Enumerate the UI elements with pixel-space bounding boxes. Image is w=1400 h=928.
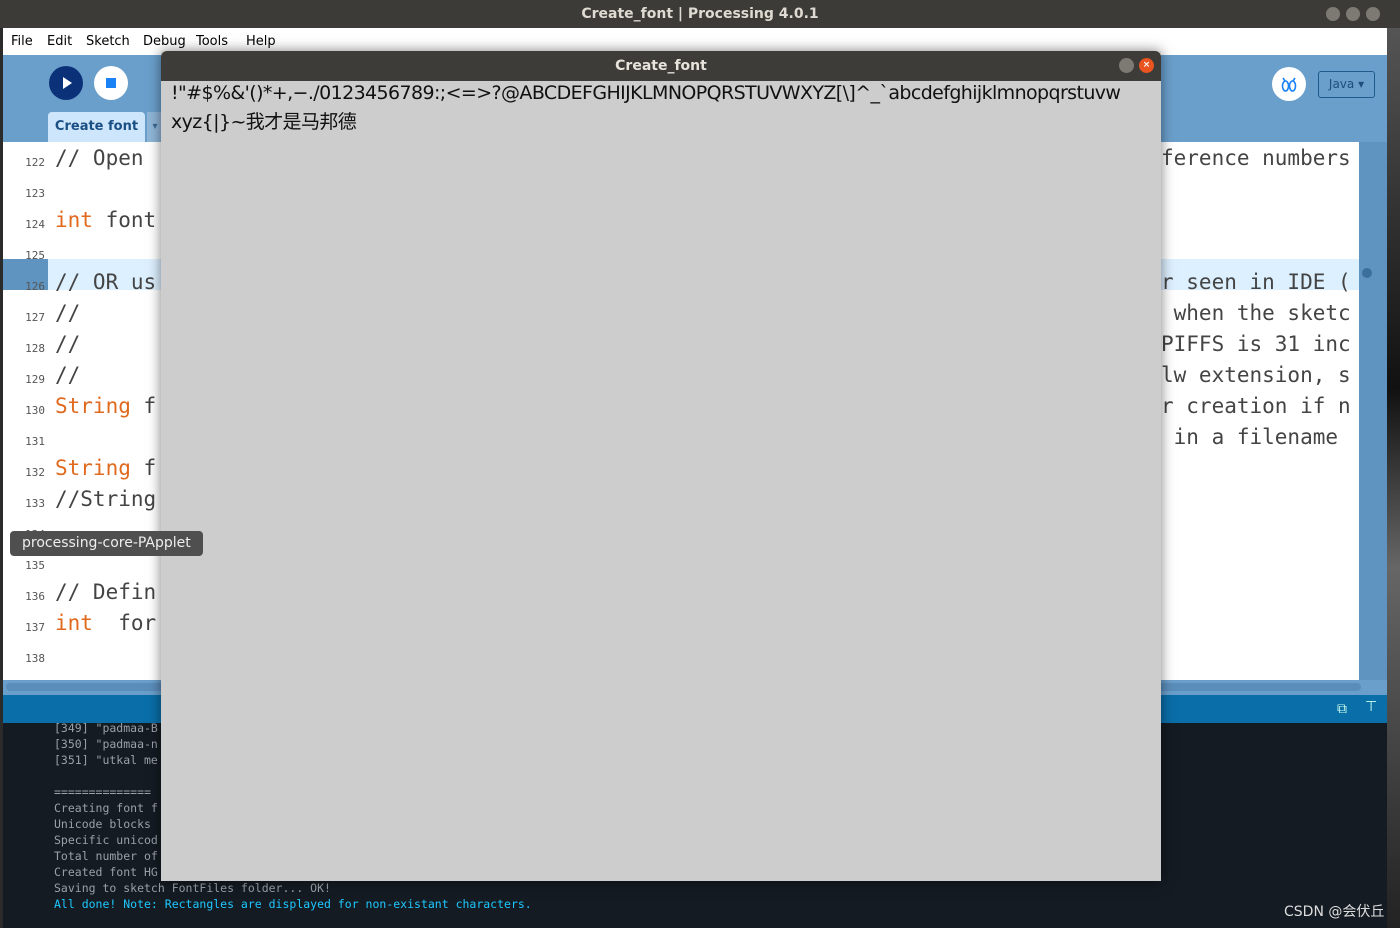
console-line: Created font HG <box>54 865 158 879</box>
code-line: //String <box>55 487 156 511</box>
code-text: //String <box>55 487 157 511</box>
keyword: String <box>55 394 131 418</box>
line-number: 122 <box>25 156 45 169</box>
dialog-close-button[interactable]: × <box>1139 58 1154 73</box>
tooltip: processing-core-PApplet <box>10 531 203 556</box>
maximize-button[interactable] <box>1346 7 1360 21</box>
console-line: All done! Note: Rectangles are displayed… <box>54 897 532 911</box>
font-sample-line: xyz{|}~我才是马邦德 <box>171 111 357 133</box>
keyword: int <box>55 611 93 635</box>
line-number: 135 <box>25 559 45 572</box>
vertical-scrollbar[interactable] <box>1359 142 1387 680</box>
line-number: 131 <box>25 435 45 448</box>
line-number: 128 <box>25 342 45 355</box>
watermark: CSDN @会伏丘 <box>1284 904 1385 920</box>
mode-selector[interactable]: Java ▾ <box>1318 71 1375 98</box>
run-icon <box>63 77 72 89</box>
debugger-icon <box>1281 77 1297 92</box>
menu-debug[interactable]: Debug <box>143 34 186 49</box>
menu-file[interactable]: File <box>11 34 33 49</box>
console-line: [349] "padmaa-B <box>54 721 158 735</box>
debugger-button[interactable] <box>1272 67 1306 101</box>
dialog-minimize-button[interactable] <box>1119 58 1134 73</box>
code-text: // <box>55 301 81 325</box>
console-line: Total number of <box>54 849 158 863</box>
stop-icon <box>106 78 116 88</box>
code-text: // Open <box>55 146 144 170</box>
window-titlebar: Create_font | Processing 4.0.1 <box>0 0 1400 28</box>
desktop-background <box>1387 28 1400 928</box>
font-sample-line: !"#$%&'()*+,−./0123456789:;<=>?@ABCDEFGH… <box>171 82 1121 104</box>
code-line: String f <box>55 456 156 480</box>
line-number: 132 <box>25 466 45 479</box>
console-line: ============== <box>54 785 151 799</box>
keyword: int <box>55 208 93 232</box>
code-text: f <box>130 394 157 418</box>
code-line-right: r creation if n <box>1161 394 1351 418</box>
line-number: 129 <box>25 373 45 386</box>
line-number: 130 <box>25 404 45 417</box>
line-number: 133 <box>25 497 45 510</box>
line-number: 126 <box>25 280 45 293</box>
code-text: font <box>92 208 157 232</box>
line-number: 137 <box>25 621 45 634</box>
console-line: Unicode blocks <box>54 817 158 831</box>
line-number: 127 <box>25 311 45 324</box>
line-number: 124 <box>25 218 45 231</box>
code-line-right: r seen in IDE ( <box>1161 270 1351 294</box>
console-line: [350] "padmaa-n <box>54 737 158 751</box>
minimize-button[interactable] <box>1326 7 1340 21</box>
window-title: Create_font | Processing 4.0.1 <box>581 6 819 22</box>
code-line: String f <box>55 394 156 418</box>
code-text: // <box>55 332 81 356</box>
code-text: f <box>130 456 157 480</box>
code-line-right: ference numbers <box>1161 146 1351 170</box>
code-line: int font <box>55 208 156 232</box>
code-line: // Defin <box>55 580 156 604</box>
console-line: [351] "utkal me <box>54 753 158 767</box>
code-line: // <box>55 363 80 387</box>
menu-tools[interactable]: Tools <box>196 34 228 49</box>
stop-button[interactable] <box>94 66 128 100</box>
code-line: // <box>55 301 80 325</box>
code-line: // Open <box>55 146 144 170</box>
code-line: // OR us <box>55 270 156 294</box>
line-number: 123 <box>25 187 45 200</box>
menu-sketch[interactable]: Sketch <box>86 34 130 49</box>
console-line: Specific unicod <box>54 833 158 847</box>
console-line: Creating font f <box>54 801 158 815</box>
close-button[interactable] <box>1366 7 1380 21</box>
code-text: // OR us <box>55 270 157 294</box>
menu-help[interactable]: Help <box>246 34 276 49</box>
keyword: String <box>55 456 131 480</box>
code-line: int for <box>55 611 156 635</box>
collapse-icon[interactable]: ⊤ <box>1365 699 1377 715</box>
code-line-right: PIFFS is 31 inc <box>1161 332 1351 356</box>
console-line: Saving to sketch FontFiles folder... OK! <box>54 881 331 895</box>
line-number: 138 <box>25 652 45 665</box>
copy-icon[interactable]: ⧉ <box>1337 701 1347 717</box>
create-font-window: Create_font × !"#$%&'()*+,−./0123456789:… <box>161 51 1161 881</box>
scroll-thumb[interactable] <box>1362 268 1372 278</box>
menu-edit[interactable]: Edit <box>47 34 72 49</box>
tab-create-font[interactable]: Create font <box>48 112 145 142</box>
code-text: // Defin <box>55 580 157 604</box>
code-line-right: lw extension, s <box>1161 363 1351 387</box>
line-number: 136 <box>25 590 45 603</box>
code-line: // <box>55 332 80 356</box>
code-text: for <box>92 611 157 635</box>
dialog-titlebar: Create_font × <box>161 51 1161 81</box>
dialog-title: Create_font <box>615 58 707 74</box>
code-line-right: in a filename <box>1161 425 1339 449</box>
run-button[interactable] <box>49 66 83 100</box>
code-text: // <box>55 363 81 387</box>
code-line-right: when the sketc <box>1161 301 1351 325</box>
